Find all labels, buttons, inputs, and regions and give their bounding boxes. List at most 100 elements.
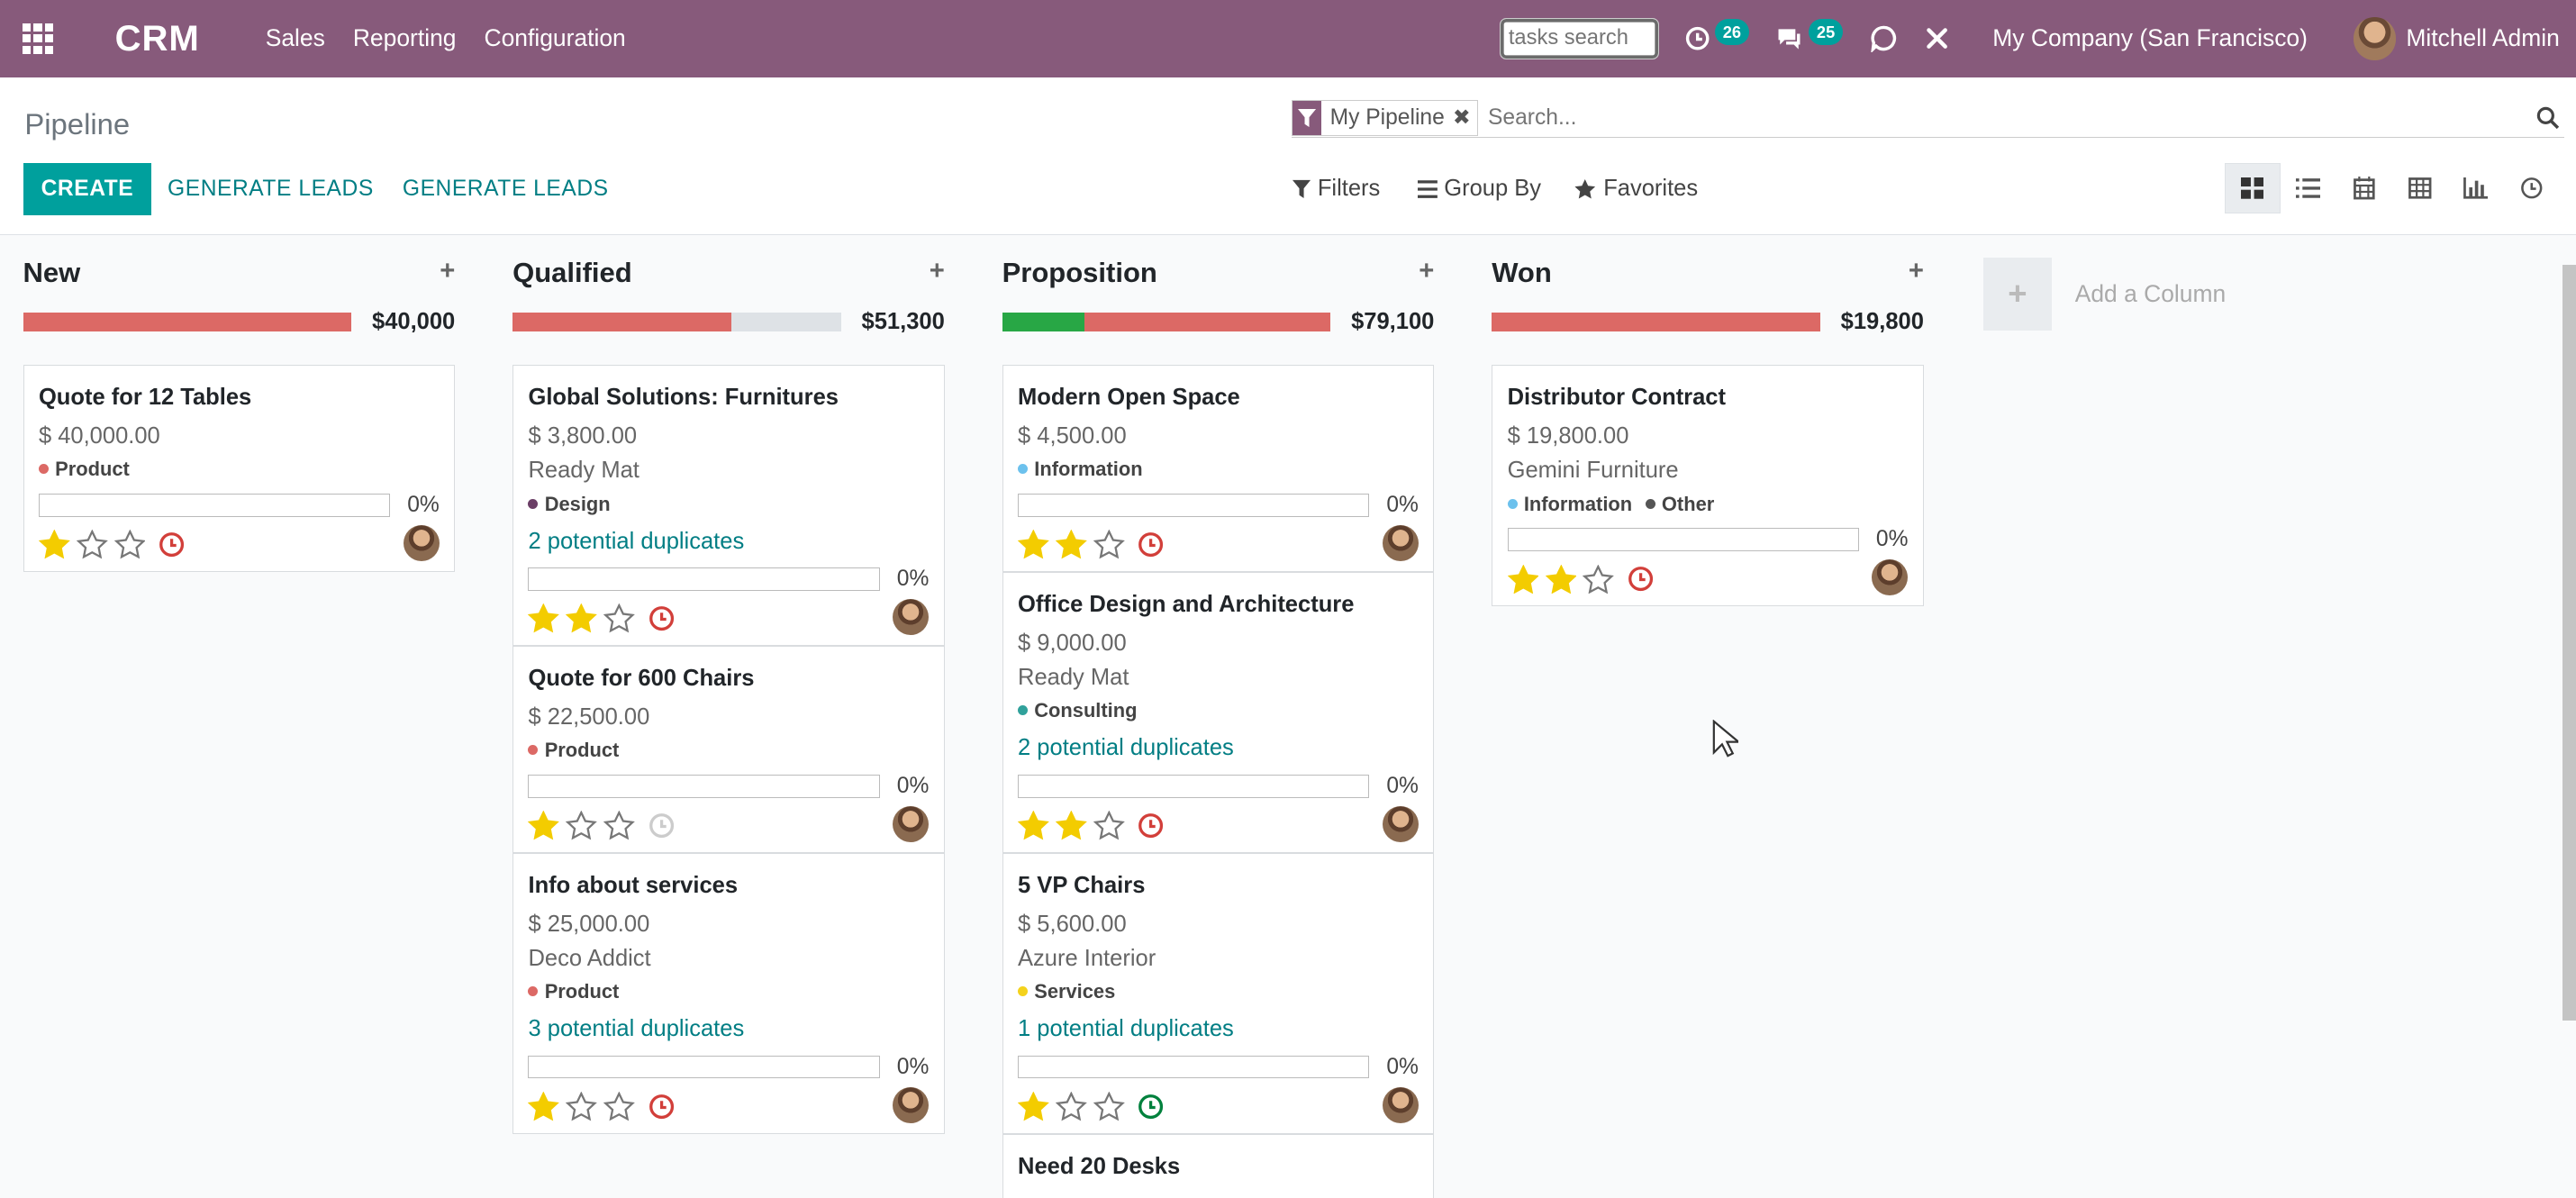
salesperson-avatar[interactable] — [893, 805, 930, 842]
tasks-search-input[interactable] — [1499, 18, 1659, 59]
star-filled-icon[interactable] — [1055, 811, 1087, 840]
quick-create-plus-icon[interactable]: + — [440, 257, 455, 286]
kanban-view-button[interactable] — [2224, 162, 2281, 214]
activity-clock-icon[interactable] — [1138, 812, 1164, 839]
kanban-card[interactable]: Need 20 Desks — [1002, 1133, 1435, 1198]
debug-tools-button[interactable] — [1924, 25, 1950, 51]
generate-leads-button-secondary[interactable]: GENERATE LEADS — [403, 163, 609, 215]
star-empty-icon[interactable] — [603, 811, 635, 840]
search-input[interactable] — [1484, 104, 2532, 131]
star-empty-icon[interactable] — [566, 1092, 598, 1121]
salesperson-avatar[interactable] — [893, 598, 930, 635]
user-menu[interactable]: Mitchell Admin — [2354, 17, 2560, 60]
potential-duplicates-link[interactable]: 1 potential duplicates — [1018, 1014, 1419, 1044]
search-icon[interactable] — [2532, 106, 2564, 130]
star-filled-icon[interactable] — [566, 604, 598, 633]
star-empty-icon[interactable] — [603, 1092, 635, 1121]
progress-track[interactable] — [23, 312, 352, 332]
activity-clock-icon[interactable] — [159, 531, 185, 558]
salesperson-avatar[interactable] — [1382, 805, 1419, 842]
activity-clock-icon[interactable] — [1138, 1094, 1164, 1120]
kanban-card[interactable]: 5 VP Chairs $ 5,600.00 Azure Interior Servi… — [1002, 852, 1435, 1134]
activities-button[interactable]: 26 — [1685, 18, 1750, 51]
kanban-card[interactable]: Quote for 12 Tables $ 40,000.00 Product 0% — [23, 364, 456, 572]
star-empty-icon[interactable] — [1055, 1092, 1087, 1121]
group-by-button[interactable]: Group By — [1418, 163, 1541, 215]
star-empty-icon[interactable] — [113, 530, 146, 559]
voip-button[interactable] — [1870, 24, 1898, 53]
create-button[interactable]: CREATE — [23, 162, 152, 215]
star-empty-icon[interactable] — [603, 604, 635, 633]
star-filled-icon[interactable] — [1018, 530, 1049, 559]
column-title[interactable]: Won — [1492, 257, 1552, 289]
pivot-view-button[interactable] — [2392, 163, 2448, 214]
potential-duplicates-link[interactable]: 2 potential duplicates — [1018, 733, 1419, 763]
star-filled-icon[interactable] — [528, 1092, 560, 1121]
kanban-card[interactable]: Distributor Contract $ 19,800.00 Gemini Fu… — [1492, 364, 1924, 607]
progress-segment-red[interactable] — [512, 312, 731, 332]
salesperson-avatar[interactable] — [1382, 524, 1419, 561]
potential-duplicates-link[interactable]: 2 potential duplicates — [528, 527, 929, 557]
company-switcher[interactable]: My Company (San Francisco) — [1992, 24, 2308, 52]
activity-clock-icon[interactable] — [649, 605, 675, 631]
scrollbar-thumb[interactable] — [2562, 264, 2576, 1021]
add-column-button[interactable]: + Add a Column — [1982, 258, 2279, 331]
star-filled-icon[interactable] — [528, 811, 560, 840]
star-filled-icon[interactable] — [38, 530, 70, 559]
star-empty-icon[interactable] — [1093, 530, 1125, 559]
progress-segment-red[interactable] — [23, 312, 352, 332]
activity-clock-icon[interactable] — [649, 1094, 675, 1120]
star-filled-icon[interactable] — [1507, 564, 1539, 594]
progress-segment-red[interactable] — [1492, 312, 1820, 332]
activity-clock-icon[interactable] — [1628, 566, 1654, 592]
column-title[interactable]: Qualified — [512, 257, 632, 289]
generate-leads-button[interactable]: GENERATE LEADS — [168, 163, 374, 215]
activity-clock-icon[interactable] — [1138, 531, 1164, 558]
kanban-card[interactable]: Global Solutions: Furnitures $ 3,800.00 Re… — [512, 364, 945, 646]
progress-segment-red[interactable] — [1084, 312, 1331, 332]
apps-menu-icon[interactable] — [0, 0, 76, 77]
progress-track[interactable] — [512, 312, 841, 332]
facet-remove-icon[interactable]: ✖ — [1453, 104, 1477, 131]
messages-button[interactable]: 25 — [1775, 18, 1844, 51]
star-filled-icon[interactable] — [1055, 530, 1087, 559]
menu-sales[interactable]: Sales — [266, 24, 325, 52]
quick-create-plus-icon[interactable]: + — [1909, 257, 1924, 286]
menu-reporting[interactable]: Reporting — [353, 24, 457, 52]
favorites-button[interactable]: Favorites — [1574, 163, 1698, 215]
list-view-button[interactable] — [2281, 163, 2336, 214]
quick-create-plus-icon[interactable]: + — [930, 257, 945, 286]
column-title[interactable]: Proposition — [1002, 257, 1157, 289]
app-brand[interactable]: CRM — [115, 18, 200, 59]
salesperson-avatar[interactable] — [893, 1086, 930, 1123]
activity-clock-icon[interactable] — [649, 812, 675, 839]
quick-create-plus-icon[interactable]: + — [1419, 257, 1434, 286]
kanban-card[interactable]: Quote for 600 Chairs $ 22,500.00 Product 0… — [512, 645, 945, 853]
star-empty-icon[interactable] — [1093, 1092, 1125, 1121]
salesperson-avatar[interactable] — [1872, 559, 1909, 596]
salesperson-avatar[interactable] — [403, 524, 440, 561]
kanban-card[interactable]: Office Design and Architecture $ 9,000.00… — [1002, 571, 1435, 853]
kanban-card[interactable]: Info about services $ 25,000.00 Deco Addic… — [512, 852, 945, 1134]
calendar-view-button[interactable] — [2336, 163, 2392, 214]
column-title[interactable]: New — [23, 257, 81, 289]
menu-configuration[interactable]: Configuration — [484, 24, 625, 52]
kanban-card[interactable]: Modern Open Space $ 4,500.00 Information 0… — [1002, 364, 1435, 572]
star-filled-icon[interactable] — [1018, 811, 1049, 840]
star-empty-icon[interactable] — [76, 530, 108, 559]
graph-view-button[interactable] — [2448, 163, 2504, 214]
star-filled-icon[interactable] — [528, 604, 560, 633]
filters-button[interactable]: Filters — [1293, 163, 1380, 215]
activity-view-button[interactable] — [2504, 163, 2560, 214]
salesperson-avatar[interactable] — [1382, 1086, 1419, 1123]
star-filled-icon[interactable] — [1018, 1092, 1049, 1121]
star-empty-icon[interactable] — [1093, 811, 1125, 840]
star-filled-icon[interactable] — [1545, 564, 1577, 594]
kanban-scrollbar[interactable] — [2562, 245, 2576, 1198]
progress-track[interactable] — [1002, 312, 1331, 332]
progress-track[interactable] — [1492, 312, 1820, 332]
progress-segment-green[interactable] — [1002, 312, 1084, 332]
star-empty-icon[interactable] — [566, 811, 598, 840]
star-empty-icon[interactable] — [1583, 564, 1615, 594]
potential-duplicates-link[interactable]: 3 potential duplicates — [528, 1014, 929, 1044]
